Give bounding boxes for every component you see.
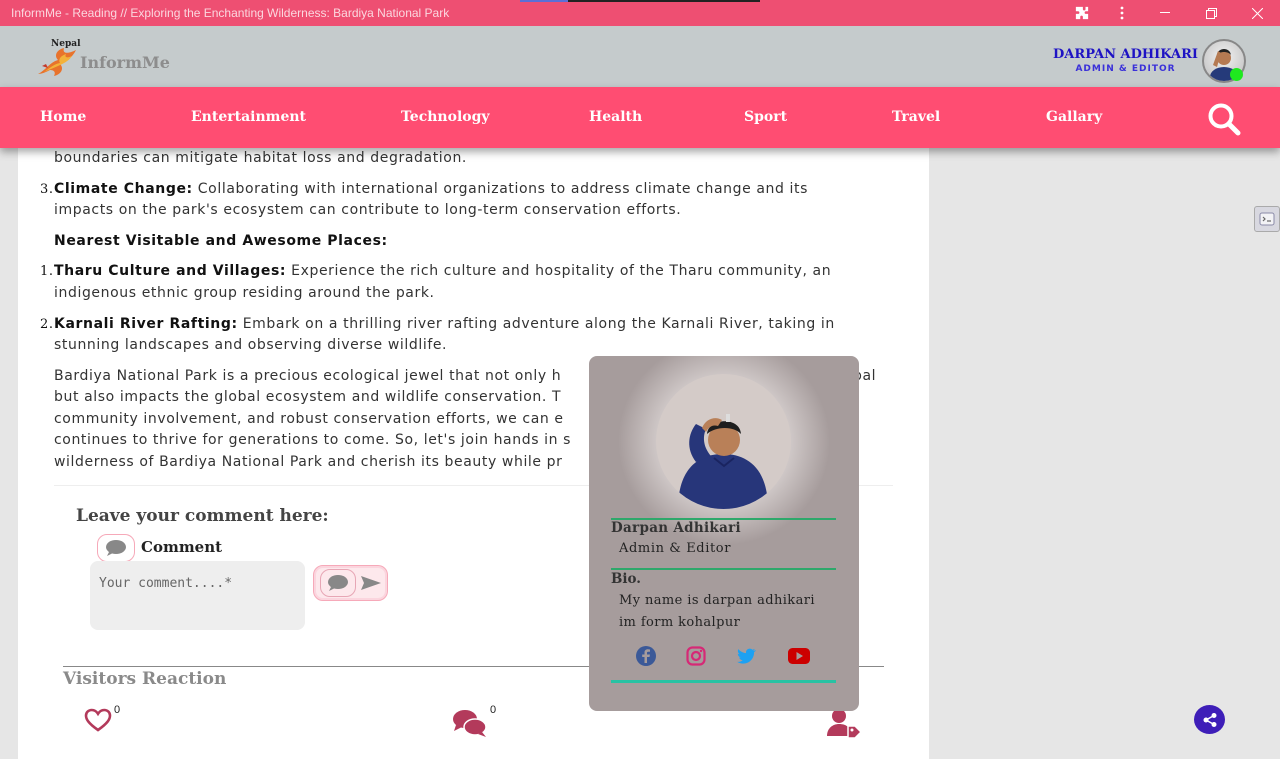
page-load-progress [520,0,760,2]
list-item-text: Collaborating with international organiz… [192,181,809,197]
comment-label: Comment [141,538,223,556]
section-heading: Nearest Visitable and Awesome Places: [54,231,894,253]
header-user-role: ADMIN & EDITOR [1075,64,1176,74]
nav-travel[interactable]: Travel [892,109,940,125]
profile-role: Admin & Editor [619,541,732,556]
list-item-text-cont: indigenous ethnic group residing around … [54,285,435,301]
social-links [635,645,815,669]
article-line: boundaries can mitigate habitat loss and… [54,150,467,166]
comment-icon-badge [97,534,135,562]
list-item-text: Embark on a thrilling river rafting adve… [237,316,835,332]
phoenix-logo-icon [38,48,76,76]
nav-gallary[interactable]: Gallary [1046,109,1102,125]
nav-health[interactable]: Health [589,109,642,125]
more-menu-icon[interactable] [1102,0,1142,26]
list-number: 3. [40,182,54,197]
send-icon [361,576,381,590]
profile-name: Darpan Adhikari [611,520,741,536]
share-icon [1203,712,1216,727]
nav-sport[interactable]: Sport [744,109,787,125]
window-titlebar: InformMe - Reading // Exploring the Ench… [0,0,1280,26]
nearest-places-heading: Nearest Visitable and Awesome Places: [54,233,388,249]
nav-entertainment[interactable]: Entertainment [191,109,306,125]
profile-bio-label: Bio. [611,571,642,587]
window-title: InformMe - Reading // Exploring the Ench… [11,6,450,20]
extensions-icon[interactable] [1062,0,1102,26]
profile-bottom-divider [611,680,836,683]
twitter-icon[interactable] [735,645,757,667]
comments-icon [453,710,487,737]
reactions-heading: Visitors Reaction [63,669,227,689]
comment-bubble-icon [106,540,126,556]
comment-count: 0 [490,704,497,716]
nav-technology[interactable]: Technology [401,109,490,125]
logo-wordmark: InformMe [80,53,170,72]
like-count: 0 [114,704,121,716]
list-item: 3. Climate Change: Collaborating with in… [40,179,894,201]
user-tag-reaction[interactable] [827,708,863,738]
list-item-text-cont: impacts on the park's ecosystem can cont… [54,202,682,218]
main-nav: Home Entertainment Technology Health Spo… [0,87,1280,148]
list-number: 1. [40,264,54,279]
share-button[interactable] [1194,705,1225,734]
heart-icon [84,708,112,732]
comment-bubble-icon [320,569,356,597]
restore-icon[interactable] [1188,0,1234,26]
site-header: Nepal InformMe DARPAN ADHIKARI ADMIN & E… [0,26,1280,87]
header-user-name: DARPAN ADHIKARI [1053,47,1198,62]
header-user-info[interactable]: DARPAN ADHIKARI ADMIN & EDITOR [1053,47,1198,74]
list-item-text: Experience the rich culture and hospital… [286,263,832,279]
close-icon[interactable] [1234,0,1280,26]
profile-avatar [656,374,791,509]
list-number: 2. [40,317,54,332]
comment-input[interactable] [90,561,305,630]
list-item-text-cont: stunning landscapes and observing divers… [54,337,448,353]
terminal-icon [1259,212,1275,226]
nav-home[interactable]: Home [40,109,86,125]
profile-divider [611,568,836,570]
author-profile-popup: Darpan Adhikari Admin & Editor Bio. My n… [589,356,859,711]
minimize-icon[interactable] [1142,0,1188,26]
like-reaction[interactable]: 0 [84,704,120,732]
list-item: 1. Tharu Culture and Villages: Experienc… [40,261,894,283]
instagram-icon[interactable] [685,645,707,667]
search-button[interactable] [1206,101,1242,137]
youtube-icon[interactable] [787,645,811,667]
list-item-title: Climate Change: [54,181,193,197]
list-item: 2. Karnali River Rafting: Embark on a th… [40,314,894,336]
online-status-indicator [1230,68,1243,81]
list-item-title: Karnali River Rafting: [54,316,238,332]
facebook-icon[interactable] [635,645,657,667]
search-icon [1208,103,1241,136]
user-tag-icon [827,709,863,738]
comments-reaction[interactable]: 0 [452,704,496,738]
profile-bio: My name is darpan adhikari im form kohal… [619,593,815,630]
side-panel-tab[interactable] [1254,206,1280,232]
list-item-title: Tharu Culture and Villages: [54,263,287,279]
conclusion-line-end: bal [853,368,877,384]
send-comment-button[interactable] [313,565,388,601]
site-logo[interactable]: Nepal InformMe [36,39,176,79]
comment-heading: Leave your comment here: [76,506,329,526]
